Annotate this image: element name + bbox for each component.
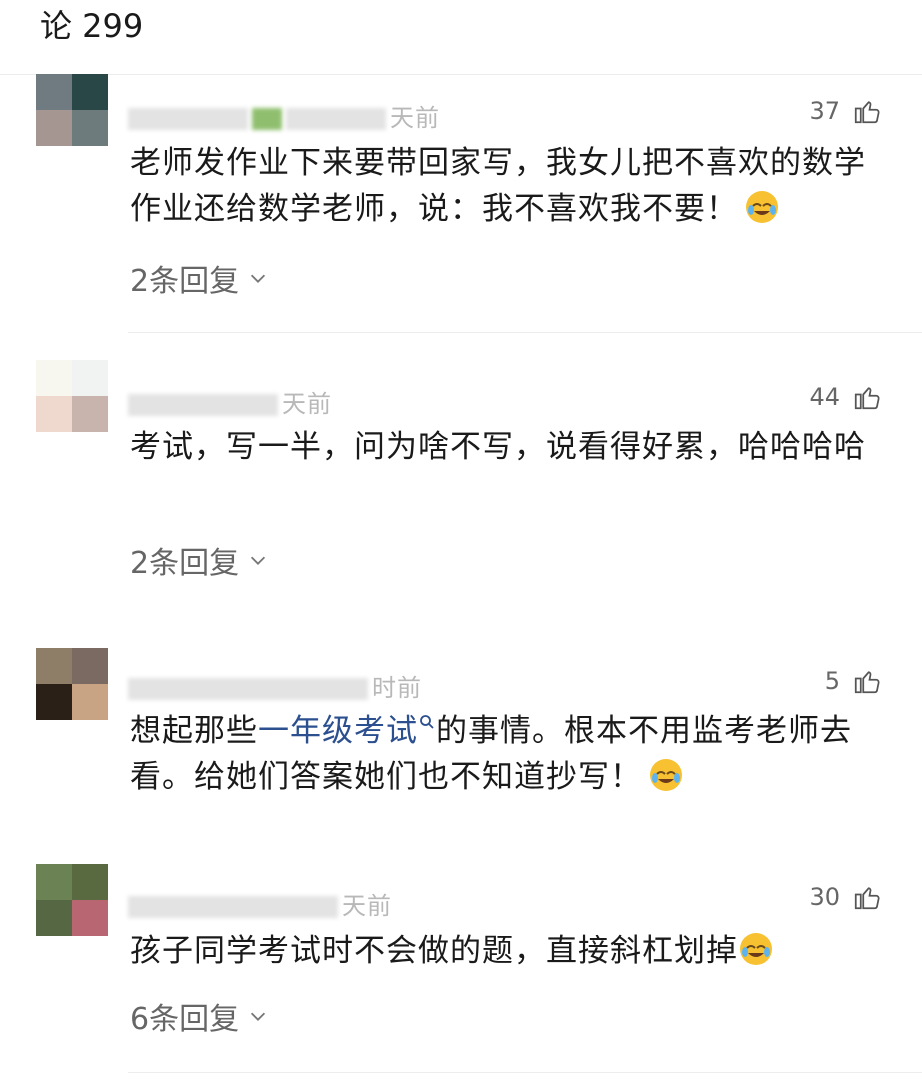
replies-label: 2条回复 xyxy=(130,546,240,581)
like-button[interactable]: 44 xyxy=(809,382,882,412)
comment-count-title: 论 299 xyxy=(40,7,144,45)
divider xyxy=(128,1072,922,1073)
comment-meta: 天前 xyxy=(128,98,440,133)
thumbs-up-icon xyxy=(854,387,880,410)
comment-time: 时前 xyxy=(372,674,422,702)
comment-time: 天前 xyxy=(390,104,440,132)
chevron-down-icon xyxy=(251,274,266,283)
chevron-down-icon xyxy=(251,1012,266,1021)
like-button[interactable]: 37 xyxy=(809,96,882,126)
like-count: 30 xyxy=(809,883,840,911)
replies-label: 6条回复 xyxy=(130,1002,240,1037)
comment-text: 想起那些一年级考试 的事情。根本不用监考老师去看。给她们答案她们也不知道抄写！ xyxy=(130,708,890,800)
comment-text-body: 孩子同学考试时不会做的题，直接斜杠划掉 xyxy=(130,933,738,969)
search-icon xyxy=(420,715,434,729)
thumbs-up-icon xyxy=(854,101,880,124)
comment-text: 考试，写一半，问为啥不写，说看得好累，哈哈哈哈 xyxy=(130,424,890,470)
avatar[interactable] xyxy=(36,360,108,432)
avatar[interactable] xyxy=(36,648,108,720)
thumbs-up-icon xyxy=(854,887,880,910)
comments-header: 论 299 xyxy=(0,0,922,75)
comment-item: 时前 5 想起那些一年级考试 的事情。根本不用监考老师去看。给她们答案她们也不知道… xyxy=(0,648,922,848)
comment-text-body: 考试，写一半，问为啥不写，说看得好累，哈哈哈哈 xyxy=(130,429,866,465)
comment-time: 天前 xyxy=(342,892,392,920)
comment-item: 天前 30 孩子同学考试时不会做的题，直接斜杠划掉 6条回复 xyxy=(0,864,922,1091)
crying-laugh-emoji-icon xyxy=(738,931,774,967)
like-count: 5 xyxy=(824,667,840,695)
chevron-down-icon xyxy=(251,556,266,565)
avatar[interactable] xyxy=(36,74,108,146)
comment-text-before: 想起那些 xyxy=(130,713,258,749)
like-count: 44 xyxy=(809,383,840,411)
comment-item: 天前 44 考试，写一半，问为啥不写，说看得好累，哈哈哈哈 2条回复 xyxy=(0,360,922,620)
search-link[interactable]: 一年级考试 xyxy=(258,713,436,749)
like-button[interactable]: 30 xyxy=(809,882,882,912)
view-replies-button[interactable]: 6条回复 xyxy=(130,994,269,1038)
comment-item: 天前 37 老师发作业下来要带回家写，我女儿把不喜欢的数学作业还给数学老师，说：… xyxy=(0,74,922,334)
comment-meta: 天前 xyxy=(128,384,332,419)
replies-label: 2条回复 xyxy=(130,264,240,299)
comment-time: 天前 xyxy=(282,390,332,418)
like-count: 37 xyxy=(809,97,840,125)
comment-meta: 时前 xyxy=(128,668,422,703)
search-link-label: 一年级考试 xyxy=(258,713,418,749)
comment-meta: 天前 xyxy=(128,886,392,921)
view-replies-button[interactable]: 2条回复 xyxy=(130,538,269,582)
thumbs-up-icon xyxy=(854,671,880,694)
comment-text: 孩子同学考试时不会做的题，直接斜杠划掉 xyxy=(130,928,890,974)
view-replies-button[interactable]: 2条回复 xyxy=(130,256,269,300)
crying-laugh-emoji-icon xyxy=(744,189,780,225)
crying-laugh-emoji-icon xyxy=(648,757,684,793)
avatar[interactable] xyxy=(36,864,108,936)
divider xyxy=(128,332,922,333)
comment-text: 老师发作业下来要带回家写，我女儿把不喜欢的数学作业还给数学老师，说：我不喜欢我不… xyxy=(130,140,890,232)
like-button[interactable]: 5 xyxy=(825,666,882,696)
